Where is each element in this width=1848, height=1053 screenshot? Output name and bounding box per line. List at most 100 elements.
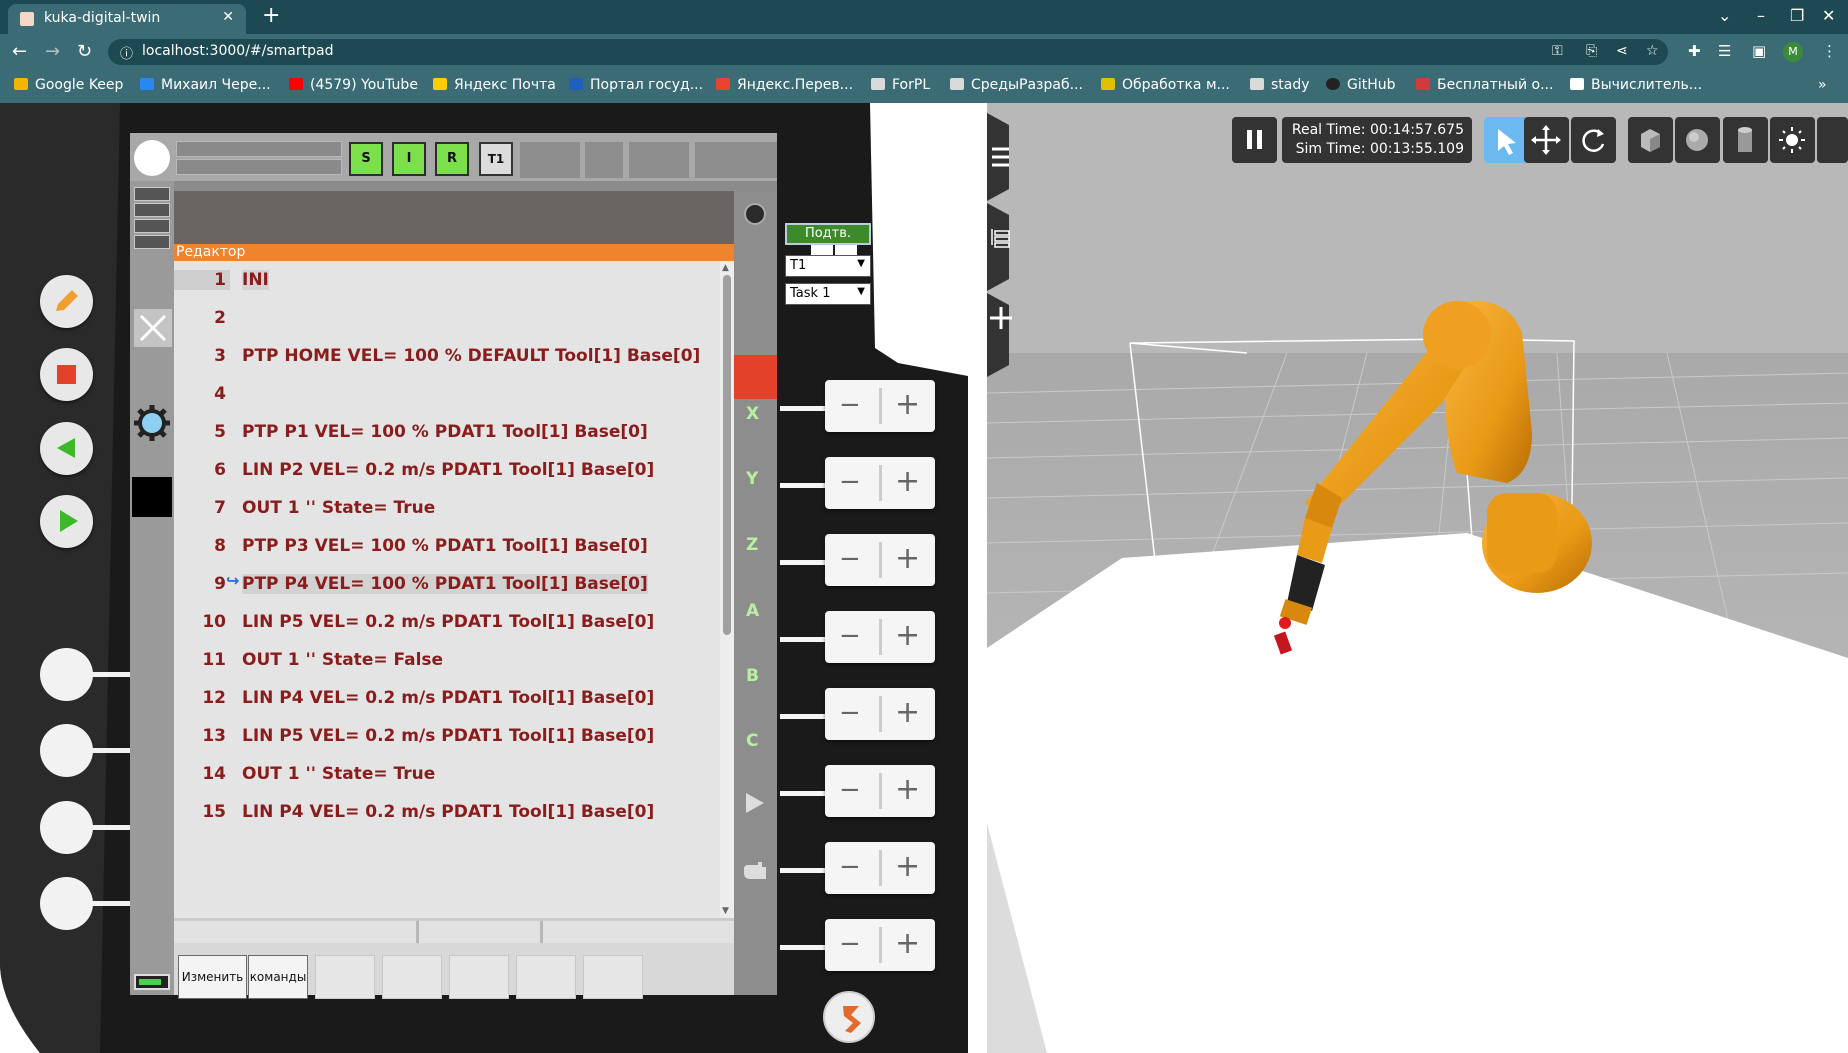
forward-icon[interactable]: → [45, 41, 60, 62]
box-shape-button[interactable] [1628, 117, 1673, 163]
jog-mode-indicator[interactable] [734, 355, 777, 399]
install-app-icon[interactable]: ⎘ [1586, 43, 1597, 59]
jog-plus-y[interactable]: + [895, 467, 920, 497]
edit-button[interactable] [40, 275, 93, 328]
bookmark-item[interactable]: ForPL [871, 77, 930, 93]
main-menu-button[interactable] [134, 140, 170, 176]
override-minus[interactable]: − [839, 854, 861, 880]
softkey-3[interactable] [315, 955, 375, 999]
run-backward-button[interactable] [40, 422, 93, 475]
tab-search-icon[interactable]: ⌄ [1718, 6, 1731, 25]
back-icon[interactable]: ← [12, 41, 27, 62]
code-line[interactable]: 8 PTP P3 VEL= 100 % PDAT1 Tool[1] Base[0] [174, 527, 720, 565]
run-mode-status[interactable] [585, 142, 623, 178]
robot-program-status[interactable]: R [435, 142, 469, 176]
bookmark-item[interactable]: Бесплатный о... [1416, 77, 1553, 93]
jog-plus-b[interactable]: + [895, 698, 920, 728]
new-tab-icon[interactable]: + [262, 4, 280, 28]
jog-minus-y[interactable]: − [839, 469, 861, 495]
run-forward-button[interactable] [40, 495, 93, 548]
maximize-icon[interactable]: ❐ [1790, 6, 1804, 25]
display-indicator[interactable] [132, 477, 172, 517]
softkey-4[interactable] [382, 955, 442, 999]
bookmark-item[interactable]: (4579) YouTube [289, 77, 418, 93]
jog-minus-c[interactable]: − [839, 777, 861, 803]
menu-icon[interactable]: ⋮ [1822, 42, 1837, 60]
user-key-1[interactable] [40, 648, 93, 701]
jog-override-plus[interactable]: + [895, 929, 920, 959]
code-line[interactable]: 1 INI [174, 261, 720, 299]
code-line[interactable]: 4 [174, 375, 720, 413]
bookmark-item[interactable]: stady [1250, 77, 1310, 93]
3d-viewport[interactable]: Real Time: 00:14:57.675 Sim Time: 00:13:… [987, 103, 1848, 1053]
jog-override-minus[interactable]: − [839, 931, 861, 957]
jog-plus-a[interactable]: + [895, 621, 920, 651]
bookmark-item[interactable]: Вычислитель... [1570, 77, 1702, 93]
code-line[interactable]: 6 LIN P2 VEL= 0.2 m/s PDAT1 Tool[1] Base[… [174, 451, 720, 489]
bookmark-item[interactable]: Яндекс.Перев... [716, 77, 853, 93]
message-window[interactable] [174, 191, 734, 244]
task-select[interactable]: Task 1 ▼ [785, 283, 871, 305]
bookmark-item[interactable]: Портал госуд... [569, 77, 703, 93]
bookmark-item[interactable]: GitHub [1326, 77, 1396, 93]
stop-button[interactable] [40, 348, 93, 401]
override-plus[interactable]: + [895, 852, 920, 882]
user-key-2[interactable] [40, 724, 93, 777]
more-tools-button[interactable] [1817, 117, 1848, 163]
mode-select[interactable]: T1 ▼ [785, 255, 871, 277]
user-key-4[interactable] [40, 877, 93, 930]
reload-icon[interactable]: ↻ [77, 41, 92, 62]
code-line[interactable]: 7 OUT 1 '' State= True [174, 489, 720, 527]
jog-minus-z[interactable]: − [839, 546, 861, 572]
code-line[interactable]: 10 LIN P5 VEL= 0.2 m/s PDAT1 Tool[1] Base… [174, 603, 720, 641]
more-bookmarks-icon[interactable]: » [1818, 77, 1827, 93]
browser-tab[interactable]: kuka-digital-twin ✕ [8, 4, 246, 34]
scroll-down-icon[interactable]: ▼ [722, 906, 729, 916]
jog-minus-x[interactable]: − [839, 392, 861, 418]
bookmark-item[interactable]: Михаил Чере... [140, 77, 271, 93]
jog-plus-c[interactable]: + [895, 775, 920, 805]
light-button[interactable] [1770, 117, 1815, 163]
close-button[interactable] [134, 309, 172, 347]
code-line-current[interactable]: 9 ↪ PTP P4 VEL= 100 % PDAT1 Tool[1] Base[0… [174, 565, 720, 603]
kuka-menu-button[interactable] [823, 991, 875, 1043]
site-info-icon[interactable]: ⓘ [120, 43, 133, 62]
cylinder-shape-button[interactable] [1723, 117, 1768, 163]
code-line[interactable]: 2 [174, 299, 720, 337]
bookmark-item[interactable]: Google Keep [14, 77, 123, 93]
increment-status[interactable] [695, 142, 777, 178]
reading-list-icon[interactable]: ☰ [1718, 42, 1731, 60]
scroll-up-icon[interactable]: ▲ [722, 263, 729, 273]
code-line[interactable]: 11 OUT 1 '' State= False [174, 641, 720, 679]
editor-scrollbar[interactable]: ▲ ▼ [720, 261, 734, 918]
profile-avatar[interactable]: M [1783, 42, 1803, 62]
share-icon[interactable]: ⋖ [1616, 43, 1628, 59]
bookmark-item[interactable]: Яндекс Почта [433, 77, 556, 93]
minimize-icon[interactable]: – [1757, 6, 1765, 25]
user-key-3[interactable] [40, 801, 93, 854]
tool-status[interactable] [629, 142, 689, 178]
softkey-7[interactable] [583, 955, 643, 999]
jog-minus-b[interactable]: − [839, 700, 861, 726]
code-line[interactable]: 15 LIN P4 VEL= 0.2 m/s PDAT1 Tool[1] Base… [174, 793, 720, 831]
scroll-thumb[interactable] [723, 275, 731, 635]
softkey-5[interactable] [449, 955, 509, 999]
select-mode-button[interactable] [1484, 117, 1529, 163]
code-line[interactable]: 5 PTP P1 VEL= 100 % PDAT1 Tool[1] Base[0] [174, 413, 720, 451]
pause-button[interactable] [1232, 117, 1277, 163]
program-editor[interactable]: 1 INI 2 3 PTP HOME VEL= 100 % DEFAULT Tool… [174, 261, 720, 918]
code-line[interactable]: 12 LIN P4 VEL= 0.2 m/s PDAT1 Tool[1] Base… [174, 679, 720, 717]
submit-status[interactable]: S [349, 142, 383, 176]
jog-minus-a[interactable]: − [839, 623, 861, 649]
bookmark-item[interactable]: СредыРазраб... [950, 77, 1083, 93]
gear-icon[interactable] [132, 403, 172, 443]
space-mouse-icon[interactable] [744, 203, 766, 225]
tab-close-icon[interactable]: ✕ [222, 9, 234, 25]
code-line[interactable]: 13 LIN P5 VEL= 0.2 m/s PDAT1 Tool[1] Base… [174, 717, 720, 755]
drive-status[interactable]: I [392, 142, 426, 176]
url-field[interactable]: ⓘ localhost:3000/#/smartpad ⚿ ⎘ ⋖ ☆ [108, 39, 1668, 65]
sphere-shape-button[interactable] [1675, 117, 1720, 163]
bookmark-item[interactable]: Обработка м... [1101, 77, 1230, 93]
side-panel-icon[interactable]: ▣ [1752, 42, 1766, 60]
extensions-icon[interactable]: ✚ [1688, 42, 1701, 60]
